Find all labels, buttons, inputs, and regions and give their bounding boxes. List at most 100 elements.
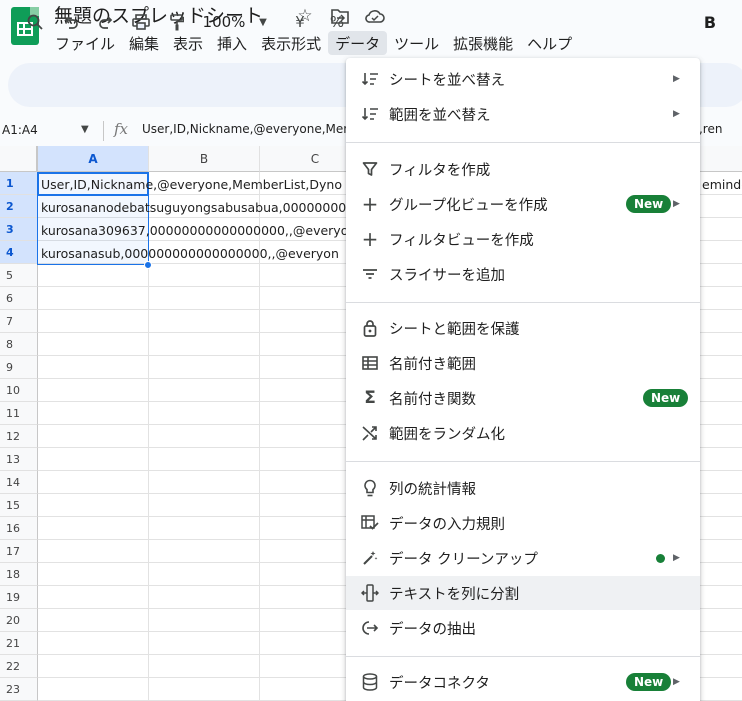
menu-item-protect[interactable]: シートと範囲を保護 [346,311,700,345]
status-dot-icon [656,553,665,563]
row-header[interactable]: 15 [0,494,38,517]
new-badge: New [626,195,672,213]
sort-icon [360,69,380,89]
menu-item-data-cleanup[interactable]: データ クリーンアップ ▶ [346,541,700,575]
new-badge: New [643,389,689,407]
column-header-b[interactable]: B [149,146,260,172]
plus-icon: + [361,192,379,216]
menu-item-create-filter[interactable]: フィルタを作成 [346,152,700,186]
menu-item-sort-range[interactable]: 範囲を並べ替え ▶ [346,97,700,131]
menu-item-sort-sheet[interactable]: シートを並べ替え ▶ [346,62,700,96]
menu-item-label: フィルタを作成 [389,162,491,179]
redo-icon[interactable] [95,11,117,33]
extract-icon [360,618,380,638]
fx-icon: fx [114,120,129,138]
row-header[interactable]: 19 [0,586,38,609]
bold-button[interactable]: B [700,11,720,33]
column-header-a[interactable]: A [38,146,149,172]
submenu-arrow-icon: ▶ [673,74,680,84]
menu-format[interactable]: 表示形式 [254,31,328,55]
fill-handle[interactable] [144,261,152,269]
menu-tools[interactable]: ツール [387,31,446,55]
submenu-arrow-icon: ▶ [673,553,680,563]
row-header[interactable]: 14 [0,471,38,494]
menu-item-label: データの入力規則 [389,516,505,533]
menu-item-label: 列の統計情報 [389,481,476,498]
menu-edit[interactable]: 編集 [122,31,166,55]
menu-insert[interactable]: 挿入 [210,31,254,55]
menu-separator [346,302,700,303]
row-header[interactable]: 12 [0,425,38,448]
percent-button[interactable]: % [328,11,346,33]
row-header[interactable]: 18 [0,563,38,586]
menu-item-label: シートと範囲を保護 [389,321,520,338]
search-menus-icon[interactable] [24,11,46,33]
menu-view[interactable]: 表示 [166,31,210,55]
menu-item-data-extraction[interactable]: データの抽出 [346,611,700,645]
cell-row1-overflow[interactable]: eminder [702,173,742,196]
menu-help[interactable]: ヘルプ [520,31,579,55]
menu-item-named-ranges[interactable]: 名前付き範囲 [346,346,700,380]
shuffle-icon [360,423,380,443]
cell-a3[interactable]: kurosana309637,00000000000000000,,@every… [41,219,348,242]
currency-button[interactable]: ¥ [290,11,310,33]
row-header[interactable]: 4 [0,241,38,264]
row-header[interactable]: 2 [0,195,38,218]
menu-item-data-connectors[interactable]: データコネクタ New ▶ [346,665,700,699]
menu-separator [346,142,700,143]
zoom-caret-icon[interactable]: ▼ [256,11,270,33]
row-header[interactable]: 21 [0,632,38,655]
row-header[interactable]: 9 [0,356,38,379]
menu-item-label: 範囲を並べ替え [389,107,491,124]
menu-item-named-functions[interactable]: Σ 名前付き関数 New [346,381,700,415]
zoom-select[interactable]: 100% [200,11,248,33]
row-header[interactable]: 11 [0,402,38,425]
split-icon [360,583,380,603]
table-icon [360,353,380,373]
formula-divider [103,121,104,141]
menu-separator [346,656,700,657]
new-badge: New [626,673,672,691]
menu-item-label: テキストを列に分割 [389,586,520,603]
cloud-saved-icon[interactable] [364,5,386,27]
row-header[interactable]: 20 [0,609,38,632]
menu-data[interactable]: データ [328,31,388,55]
menu-item-column-stats[interactable]: 列の統計情報 [346,471,700,505]
row-header[interactable]: 1 [0,172,38,195]
cell-a2[interactable]: kurosananodebatsuguyongsabusabua,0000000… [41,196,354,219]
row-header[interactable]: 8 [0,333,38,356]
row-header[interactable]: 16 [0,517,38,540]
row-header[interactable]: 10 [0,379,38,402]
row-header[interactable]: 17 [0,540,38,563]
menu-separator [346,461,700,462]
row-header[interactable]: 22 [0,655,38,678]
name-box-caret-icon[interactable]: ▼ [81,124,89,135]
row-header[interactable]: 6 [0,287,38,310]
menu-item-label: 名前付き関数 [389,391,476,408]
menu-item-group-view[interactable]: + グループ化ビューを作成 New ▶ [346,187,700,221]
menu-item-split-text[interactable]: テキストを列に分割 [346,576,700,610]
paint-format-icon[interactable] [166,11,188,33]
row-header[interactable]: 5 [0,264,38,287]
row-header[interactable]: 23 [0,678,38,701]
row-header[interactable]: 7 [0,310,38,333]
cell-a1[interactable]: User,ID,Nickname,@everyone,MemberList,Dy… [41,173,342,196]
select-all-corner[interactable] [0,146,38,172]
sigma-icon: Σ [364,388,376,408]
sort-icon [360,104,380,124]
row-header[interactable]: 3 [0,218,38,241]
database-icon [360,672,380,692]
menu-extensions[interactable]: 拡張機能 [446,31,520,55]
print-icon[interactable] [130,11,152,33]
magic-wand-icon [360,548,380,568]
row-header[interactable]: 13 [0,448,38,471]
menu-bar: ファイル 編集 表示 挿入 表示形式 データ ツール 拡張機能 ヘルプ [48,31,579,55]
menu-item-filter-view[interactable]: + フィルタビューを作成 [346,222,700,256]
menu-item-add-slicer[interactable]: スライサーを追加 [346,257,700,291]
menu-file[interactable]: ファイル [48,31,122,55]
undo-icon[interactable] [60,11,82,33]
menu-item-label: スライサーを追加 [389,267,505,284]
cell-a4[interactable]: kurosanasub,000000000000000000,,@everyon [41,242,339,265]
menu-item-data-validation[interactable]: データの入力規則 [346,506,700,540]
menu-item-randomize[interactable]: 範囲をランダム化 [346,416,700,450]
